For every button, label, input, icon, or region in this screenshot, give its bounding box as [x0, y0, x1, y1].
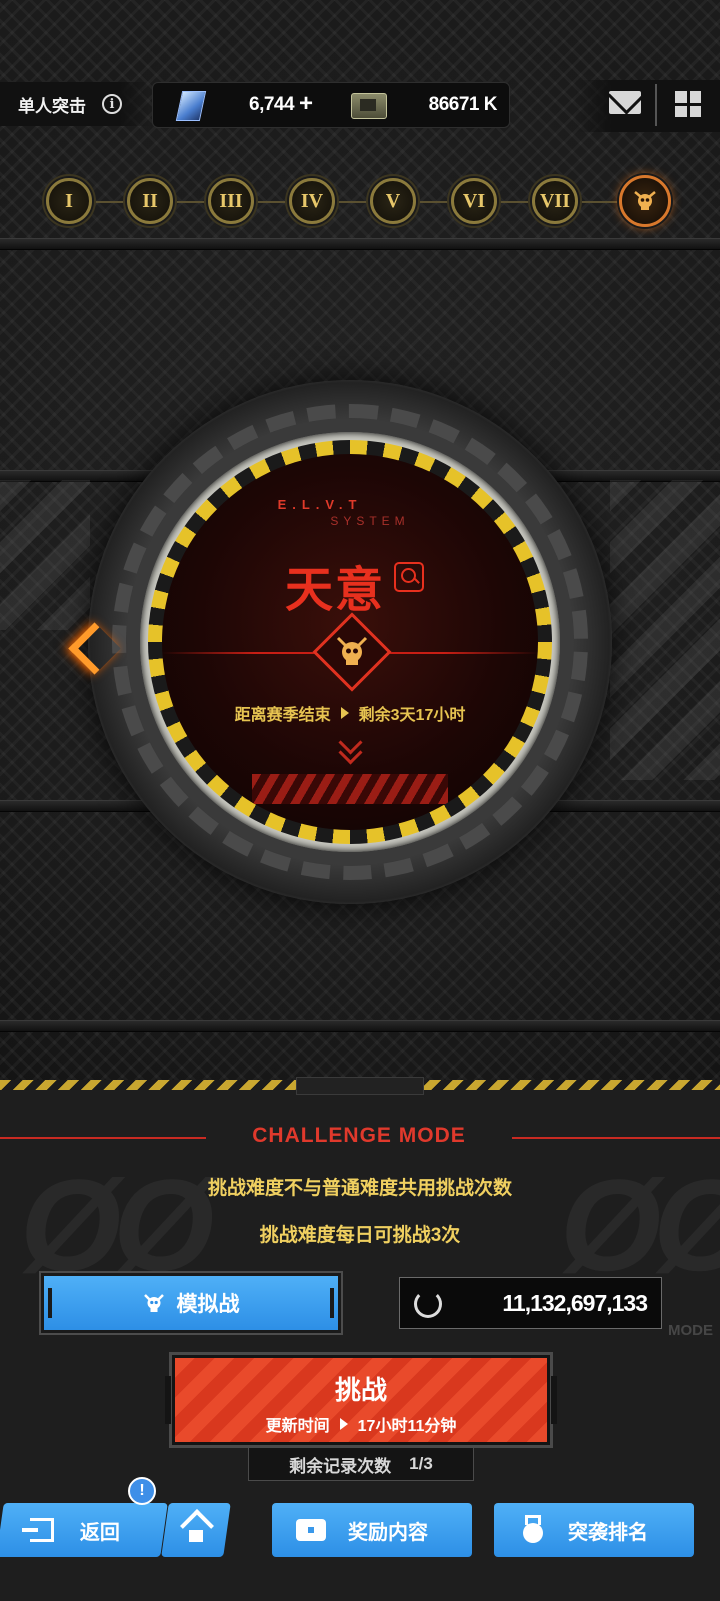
boss-dial[interactable]: E.L.V.T SYSTEM 天意 距离赛季结束 剩余3天17小时: [162, 454, 538, 830]
gem-icon: [175, 91, 207, 121]
credit-icon: [351, 93, 387, 119]
stage-5-button[interactable]: V: [370, 178, 416, 224]
divider: [655, 84, 657, 126]
skull-icon: [143, 1294, 164, 1312]
title-line-right: [512, 1137, 720, 1139]
season-remaining: 剩余3天17小时: [358, 707, 466, 724]
back-button[interactable]: 返回: [0, 1503, 168, 1557]
exit-icon: [30, 1518, 54, 1542]
simulation-button[interactable]: 模拟战: [41, 1273, 341, 1333]
top-right-menu: [575, 80, 720, 132]
resource-bar: 6,744 + 86671 K: [152, 82, 510, 128]
home-button[interactable]: [161, 1503, 231, 1557]
skull-icon: [634, 191, 656, 210]
system-label: E.L.V.T SYSTEM: [162, 497, 538, 528]
system-line2: SYSTEM: [330, 514, 410, 528]
notification-badge: !: [128, 1477, 156, 1505]
stage-2-button[interactable]: II: [127, 178, 173, 224]
stage-4-button[interactable]: IV: [289, 178, 335, 224]
chest-icon: [296, 1519, 326, 1541]
chevron-down-icon: [338, 730, 363, 765]
refresh-timer: 更新时间 17小时11分钟: [175, 1412, 547, 1436]
best-score: 11,132,697,133: [399, 1277, 662, 1329]
stage-7-button[interactable]: VII: [532, 178, 578, 224]
season-label: 距离赛季结束: [234, 707, 331, 724]
mode-header: 单人突击 i: [0, 82, 150, 126]
ranking-label: 突袭排名: [568, 1521, 648, 1544]
mode-title: 单人突击: [18, 96, 86, 116]
hazard-wall-right: [610, 480, 720, 780]
arrow-right-icon: [340, 707, 349, 719]
records-label: 剩余记录次数: [289, 1456, 392, 1476]
records-value: 1/3: [409, 1454, 433, 1473]
gem-count: 6,744: [249, 94, 295, 115]
red-stripes: [252, 774, 448, 804]
medal-icon: [520, 1515, 546, 1545]
prev-boss-arrow-icon[interactable]: [62, 618, 102, 684]
home-icon: [181, 1518, 211, 1542]
refresh-time: 17小时11分钟: [357, 1418, 457, 1435]
refresh-label: 更新时间: [265, 1418, 330, 1435]
add-gems-button[interactable]: +: [299, 90, 313, 118]
mode-watermark: MODE: [668, 1322, 713, 1339]
menu-grid-icon[interactable]: [675, 91, 701, 117]
simulation-label: 模拟战: [176, 1293, 240, 1316]
rewards-button[interactable]: 奖励内容: [272, 1503, 472, 1557]
skull-emblem-icon: [336, 636, 368, 665]
wall-beam: [0, 238, 720, 250]
wall-beam: [0, 1020, 720, 1032]
boss-name: 天意: [284, 564, 385, 617]
challenge-button[interactable]: 挑战 更新时间 17小时11分钟: [165, 1355, 557, 1445]
ranking-button[interactable]: 突袭排名: [494, 1503, 694, 1557]
laurel-icon: [414, 1290, 442, 1318]
search-icon[interactable]: [394, 562, 424, 592]
info-icon[interactable]: i: [102, 94, 122, 114]
mail-icon[interactable]: [609, 91, 641, 114]
remaining-records: 剩余记录次数 1/3: [248, 1447, 474, 1481]
stage-boss-button[interactable]: [619, 175, 671, 227]
hazard-wall-left: [0, 480, 90, 630]
stage-1-button[interactable]: I: [46, 178, 92, 224]
score-value: 11,132,697,133: [502, 1290, 648, 1316]
credit-count: 86671 K: [428, 94, 498, 115]
challenge-button-label: 挑战: [334, 1375, 387, 1405]
system-line1: E.L.V.T: [277, 497, 363, 512]
stage-3-button[interactable]: III: [208, 178, 254, 224]
rewards-label: 奖励内容: [348, 1521, 428, 1544]
arrow-right-icon: [339, 1418, 348, 1430]
stage-6-button[interactable]: VI: [451, 178, 497, 224]
challenge-note-2: 挑战难度每日可挑战3次: [259, 1225, 461, 1246]
season-timer: 距离赛季结束 剩余3天17小时: [162, 701, 538, 725]
title-line-left: [0, 1137, 206, 1139]
challenge-mode-title: CHALLENGE MODE: [252, 1124, 466, 1147]
challenge-note-1: 挑战难度不与普通难度共用挑战次数: [207, 1178, 512, 1199]
back-label: 返回: [80, 1521, 120, 1544]
panel-latch: [296, 1077, 424, 1095]
